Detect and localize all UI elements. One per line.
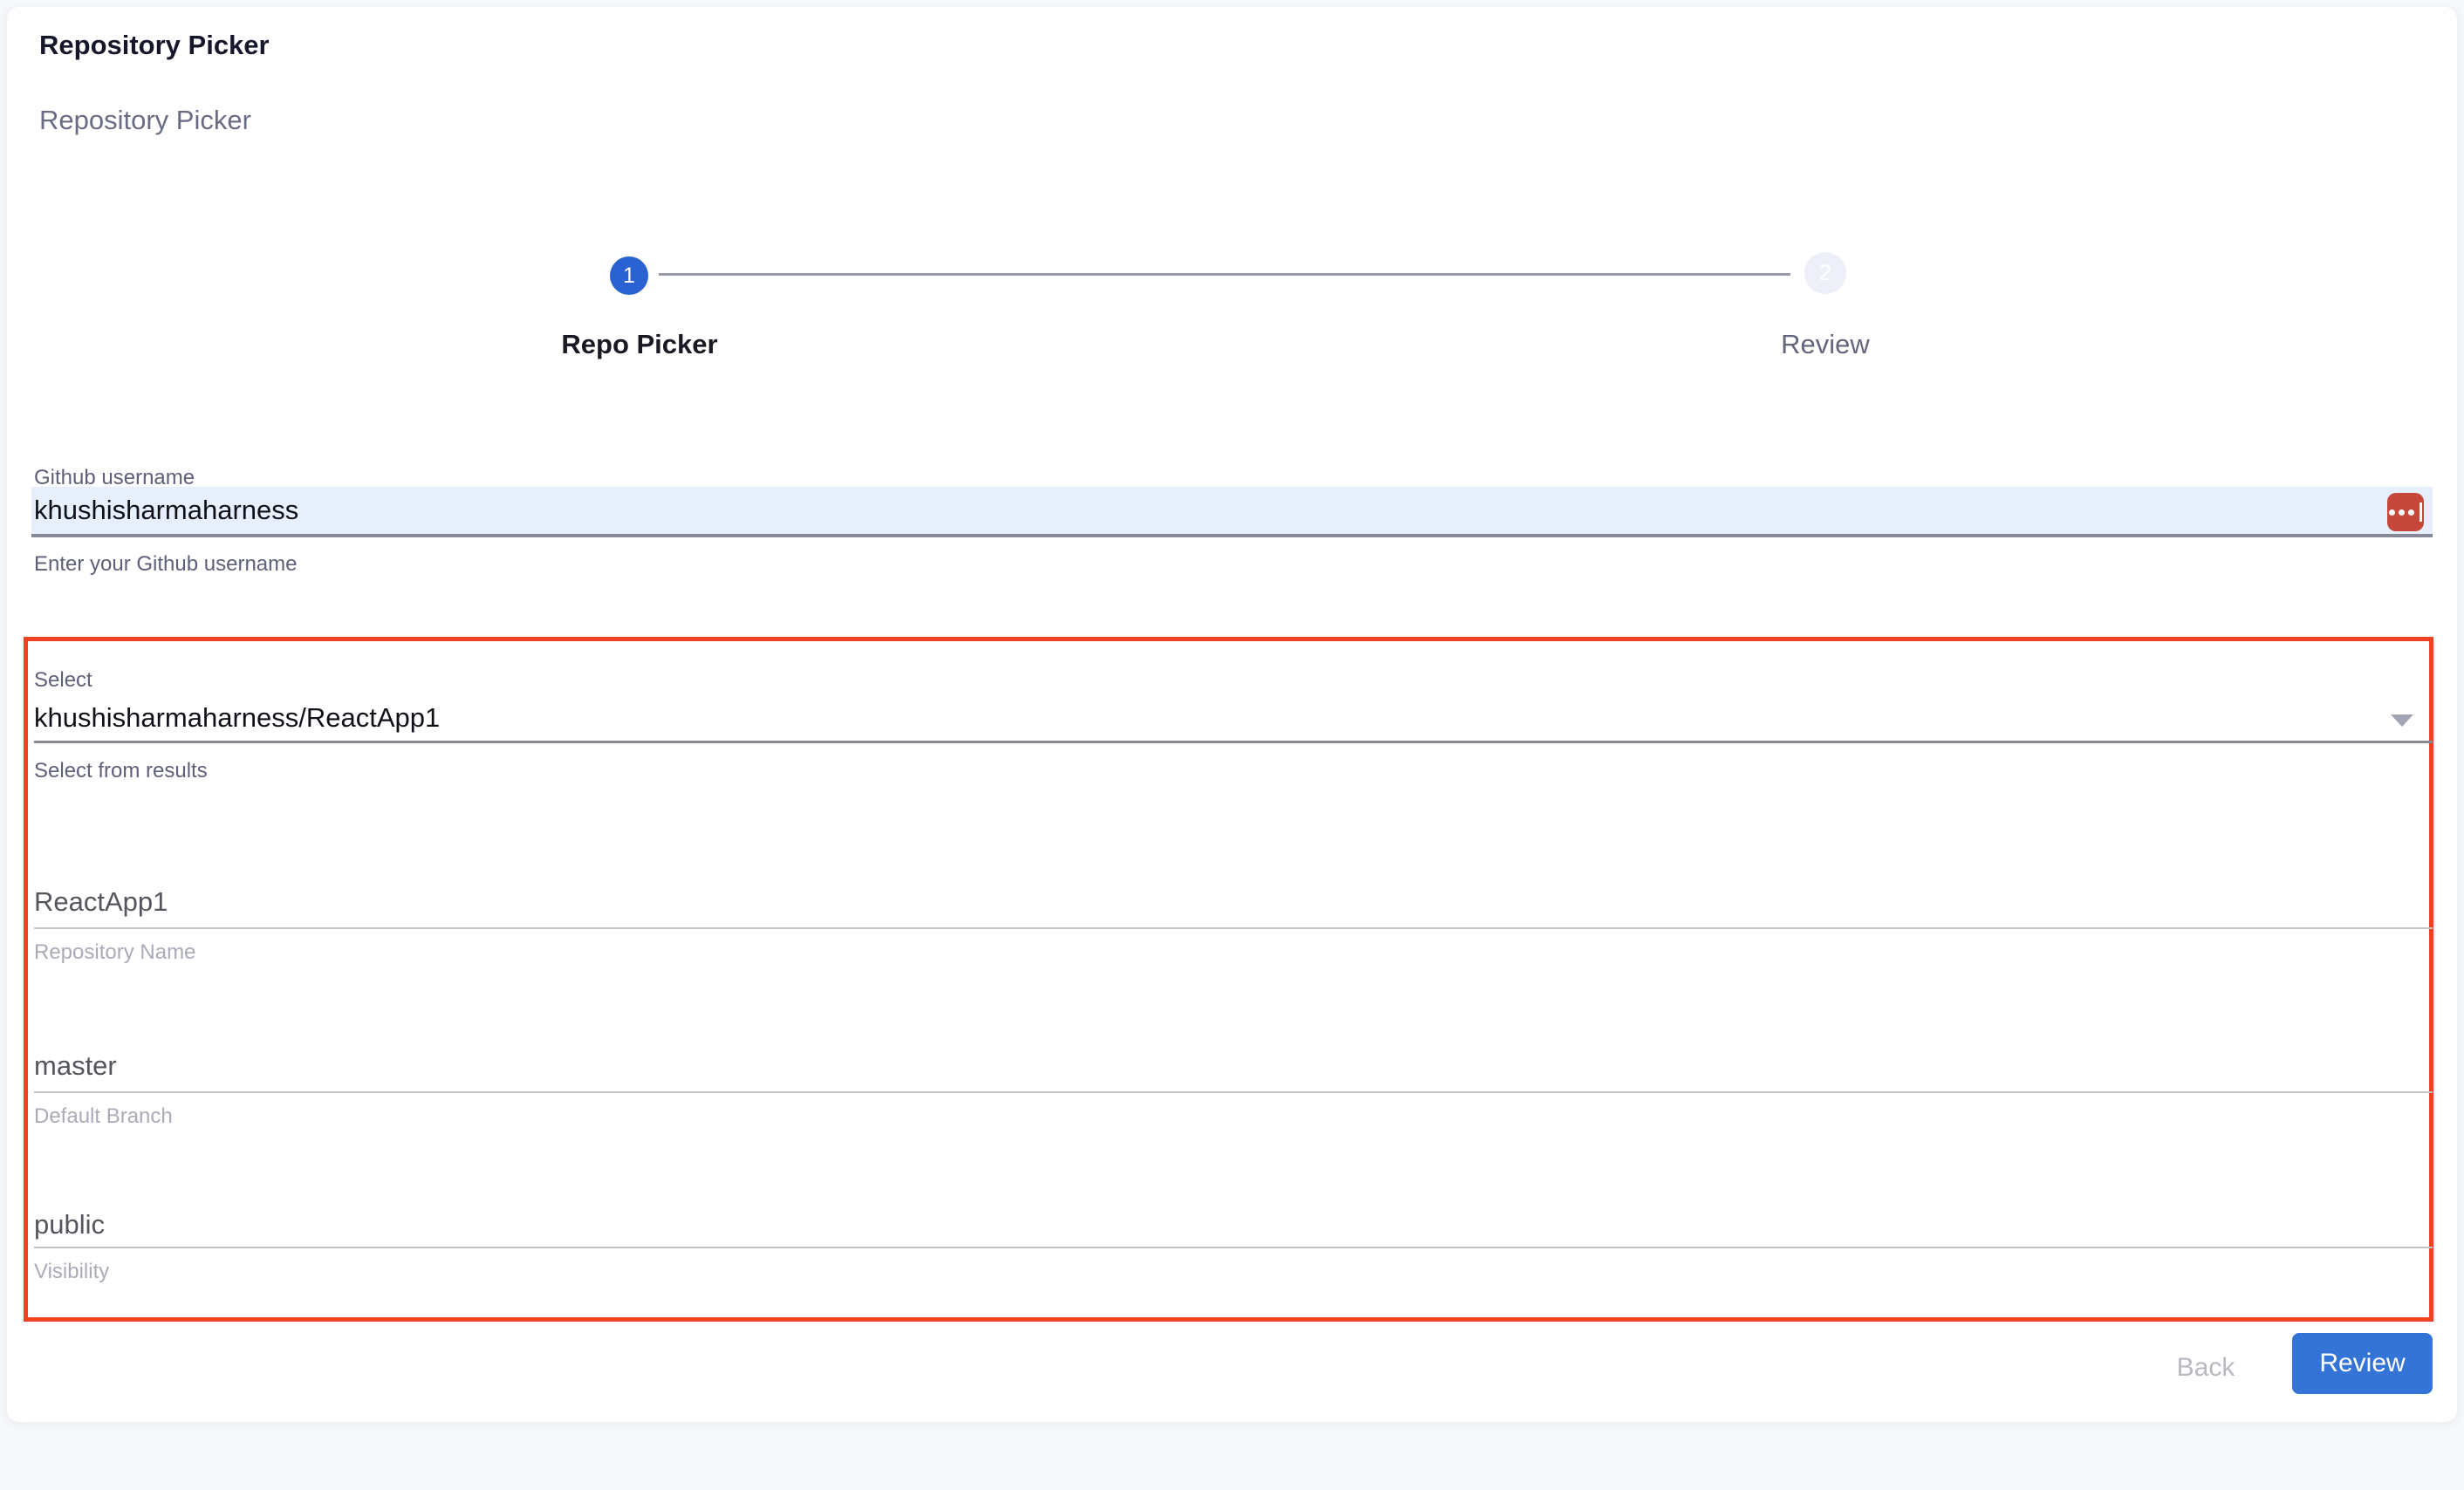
step-2-label: Review [1694, 329, 1956, 360]
repo-select-value: khushisharmaharness/ReactApp1 [34, 698, 2433, 738]
repository-name-field[interactable] [34, 886, 2433, 918]
lastpass-dot [2389, 509, 2395, 516]
lastpass-dot [2408, 509, 2414, 516]
repo-select-dropdown[interactable]: khushisharmaharness/ReactApp1 [34, 698, 2433, 738]
step-1-label: Repo Picker [509, 329, 770, 360]
step-2-number: 2 [1819, 261, 1831, 286]
review-button[interactable]: Review [2292, 1333, 2433, 1394]
lastpass-dot [2399, 509, 2405, 516]
github-username-input[interactable] [31, 487, 2433, 534]
default-branch-field[interactable] [34, 1050, 2433, 1082]
back-button[interactable]: Back [2145, 1349, 2267, 1387]
repository-name-input[interactable] [34, 886, 2433, 918]
github-username-helper-text: Enter your Github username [34, 552, 298, 577]
repository-name-underline [34, 927, 2433, 929]
default-branch-input[interactable] [34, 1050, 2433, 1082]
repo-select-underline [34, 741, 2433, 743]
repo-select-label: Select [34, 668, 92, 693]
visibility-label: Visibility [34, 1260, 109, 1284]
lastpass-bar [2420, 502, 2422, 522]
step-1-number: 1 [623, 263, 635, 289]
visibility-field[interactable] [34, 1209, 2433, 1241]
default-branch-label: Default Branch [34, 1104, 173, 1129]
page-subtitle: Repository Picker [39, 105, 251, 136]
visibility-input[interactable] [34, 1209, 2433, 1241]
repo-select-helper-text: Select from results [34, 759, 208, 783]
caret-down-icon [2391, 714, 2413, 727]
step-2-indicator[interactable]: 2 [1804, 252, 1846, 294]
default-branch-underline [34, 1091, 2433, 1093]
visibility-underline [34, 1247, 2433, 1248]
github-username-field [31, 487, 2433, 537]
page-title: Repository Picker [39, 30, 270, 61]
lastpass-autofill-icon[interactable] [2387, 493, 2424, 531]
step-1-indicator[interactable]: 1 [610, 256, 648, 295]
stepper-connector-line [659, 273, 1790, 276]
repository-name-label: Repository Name [34, 940, 195, 965]
repository-picker-card: Repository Picker Repository Picker 1 2 … [7, 7, 2457, 1422]
